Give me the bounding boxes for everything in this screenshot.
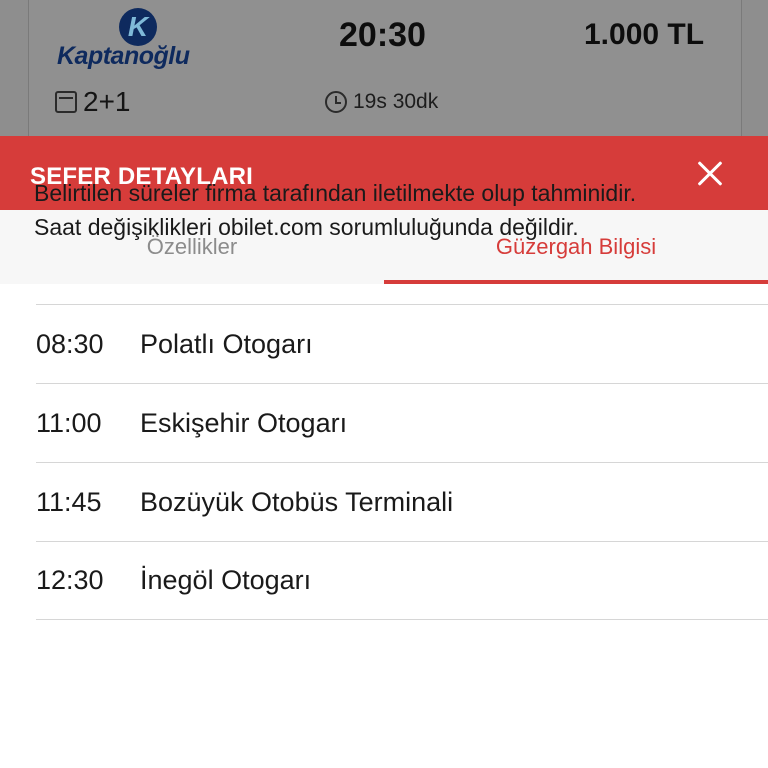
- ticket-price: 1.000 TL: [584, 18, 705, 51]
- company-logo-text: Kaptanoğlu: [57, 42, 190, 70]
- stop-name: Polatlı Otogarı: [140, 328, 313, 359]
- route-stop-list: 08:30 Polatlı Otogarı 11:00 Eskişehir Ot…: [36, 304, 768, 620]
- departure-time: 20:30: [339, 16, 426, 54]
- dimmed-background: K Kaptanoğlu 20:30 1.000 TL 2+1 19s 30dk: [0, 0, 768, 136]
- route-stop: 08:30 Polatlı Otogarı: [36, 304, 768, 383]
- route-stop: 11:45 Bozüyük Otobüs Terminali: [36, 462, 768, 541]
- stop-name: İnegöl Otogarı: [140, 565, 312, 595]
- seat-layout: 2+1: [55, 86, 131, 118]
- company-logo: K Kaptanoğlu: [57, 8, 227, 70]
- route-stop: 11:00 Eskişehir Otogarı: [36, 383, 768, 462]
- stop-name: Eskişehir Otogarı: [140, 407, 348, 438]
- bus-trip-card[interactable]: K Kaptanoğlu 20:30 1.000 TL 2+1 19s 30dk: [28, 0, 742, 136]
- stop-time: 08:30: [36, 328, 104, 359]
- seat-layout-label: 2+1: [83, 86, 131, 117]
- seat-icon: [55, 91, 77, 113]
- route-stop: 12:30 İnegöl Otogarı: [36, 541, 768, 620]
- stop-name: Bozüyük Otobüs Terminali: [140, 486, 454, 517]
- company-logo-mark: K: [119, 8, 157, 46]
- stop-time: 11:45: [36, 486, 102, 517]
- trip-duration-label: 19s 30dk: [353, 90, 439, 113]
- stop-time: 11:00: [36, 407, 102, 438]
- trip-duration: 19s 30dk: [325, 90, 438, 114]
- route-disclaimer: Belirtilen süreler firma tarafından ilet…: [34, 176, 734, 244]
- disclaimer-line-1: Belirtilen süreler firma tarafından ilet…: [34, 180, 637, 206]
- clock-icon: [325, 91, 347, 113]
- stop-time: 12:30: [36, 565, 104, 595]
- disclaimer-line-2: Saat değişiklikleri obilet.com sorumlulu…: [34, 214, 579, 240]
